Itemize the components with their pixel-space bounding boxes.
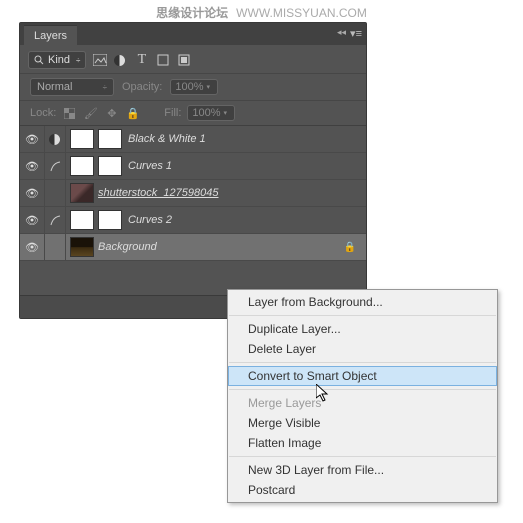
layer-row-selected[interactable]: 👁 Background 🔒 xyxy=(20,234,366,261)
fill-input[interactable]: 100%▾ xyxy=(187,105,235,121)
kind-dropdown[interactable]: Kind÷ xyxy=(28,51,86,69)
filter-shape-icon[interactable] xyxy=(155,53,170,68)
rail-empty xyxy=(44,180,66,206)
layer-mask xyxy=(98,156,122,176)
filter-smart-icon[interactable] xyxy=(176,53,191,68)
layer-name[interactable]: Black & White 1 xyxy=(128,133,206,145)
panel-menu-icon[interactable]: ▾≡ xyxy=(350,27,362,40)
menu-flatten-image[interactable]: Flatten Image xyxy=(228,433,497,453)
blend-bar: Normal÷ Opacity: 100%▾ xyxy=(20,73,366,101)
lock-icon: 🔒 xyxy=(344,242,356,253)
layer-thumb xyxy=(70,210,94,230)
lock-bar: Lock: 🖌 ✥ 🔒 Fill: 100%▾ xyxy=(20,101,366,126)
adjustment-icon xyxy=(44,126,66,152)
layer-row[interactable]: 👁 shutterstock_127598045 xyxy=(20,180,366,207)
visibility-icon[interactable]: 👁 xyxy=(20,214,44,227)
lock-position-icon[interactable]: ✥ xyxy=(104,106,119,121)
lock-label: Lock: xyxy=(30,107,56,119)
filter-pixel-icon[interactable] xyxy=(92,53,107,68)
menu-merge-visible[interactable]: Merge Visible xyxy=(228,413,497,433)
layer-row[interactable]: 👁 Curves 2 xyxy=(20,207,366,234)
fill-label: Fill: xyxy=(164,107,181,119)
visibility-icon[interactable]: 👁 xyxy=(20,133,44,146)
menu-delete-layer[interactable]: Delete Layer xyxy=(228,339,497,359)
opacity-input[interactable]: 100%▾ xyxy=(170,79,218,95)
menu-convert-smart-object[interactable]: Convert to Smart Object xyxy=(228,366,497,386)
layer-thumb xyxy=(70,156,94,176)
visibility-icon[interactable]: 👁 xyxy=(20,187,44,200)
adjustment-icon xyxy=(44,207,66,233)
layer-row[interactable]: 👁 Curves 1 xyxy=(20,153,366,180)
visibility-icon[interactable]: 👁 xyxy=(20,160,44,173)
menu-postcard[interactable]: Postcard xyxy=(228,480,497,500)
filter-type-icon[interactable]: T xyxy=(134,53,149,68)
lock-pixels-icon[interactable]: 🖌 xyxy=(83,106,98,121)
layer-thumb xyxy=(70,183,94,203)
rail-empty xyxy=(44,234,66,260)
layers-panel: Layers ◂◂ ▾≡ Kind÷ T Normal÷ Opacity: 10… xyxy=(19,22,367,319)
layer-mask xyxy=(98,129,122,149)
menu-merge-layers: Merge Layers xyxy=(228,393,497,413)
separator xyxy=(229,362,496,363)
filter-bar: Kind÷ T xyxy=(20,45,366,73)
menu-layer-from-background[interactable]: Layer from Background... xyxy=(228,292,497,312)
layer-name[interactable]: Curves 2 xyxy=(128,214,172,226)
visibility-icon[interactable]: 👁 xyxy=(20,241,44,254)
layer-name[interactable]: shutterstock_127598045 xyxy=(98,187,218,199)
collapse-icon[interactable]: ◂◂ xyxy=(337,27,346,38)
layer-thumb xyxy=(70,237,94,257)
blend-mode-dropdown[interactable]: Normal÷ xyxy=(30,78,114,96)
watermark: 思缘设计论坛WWW.MISSYUAN.COM xyxy=(0,4,523,21)
tab-layers[interactable]: Layers xyxy=(24,25,77,45)
lock-all-icon[interactable]: 🔒 xyxy=(125,106,140,121)
layer-row[interactable]: 👁 Black & White 1 xyxy=(20,126,366,153)
filter-adjust-icon[interactable] xyxy=(113,53,128,68)
panel-tabbar: Layers ◂◂ ▾≡ xyxy=(20,23,366,45)
layer-mask xyxy=(98,210,122,230)
separator xyxy=(229,456,496,457)
layer-name[interactable]: Background xyxy=(98,241,157,253)
adjustment-icon xyxy=(44,153,66,179)
separator xyxy=(229,389,496,390)
layer-list: 👁 Black & White 1 👁 Curves 1 👁 shutterst… xyxy=(20,126,366,261)
layer-name[interactable]: Curves 1 xyxy=(128,160,172,172)
menu-new-3d-layer[interactable]: New 3D Layer from File... xyxy=(228,460,497,480)
lock-transparent-icon[interactable] xyxy=(62,106,77,121)
context-menu: Layer from Background... Duplicate Layer… xyxy=(227,289,498,503)
layer-thumb xyxy=(70,129,94,149)
separator xyxy=(229,315,496,316)
menu-duplicate-layer[interactable]: Duplicate Layer... xyxy=(228,319,497,339)
opacity-label: Opacity: xyxy=(122,81,162,93)
